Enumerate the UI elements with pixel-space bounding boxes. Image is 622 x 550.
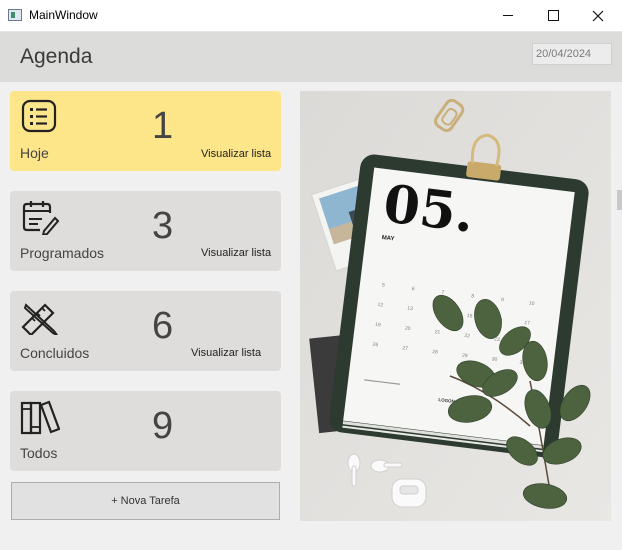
calendar-photo: 05. MAY 5678910 121314151617 19202122232…: [300, 91, 611, 521]
svg-text:20: 20: [404, 325, 410, 332]
svg-text:28: 28: [432, 349, 438, 356]
svg-text:19: 19: [375, 322, 381, 329]
card-count-all: 9: [152, 405, 174, 447]
svg-text:27: 27: [402, 345, 408, 352]
window-resize-edge: [617, 190, 622, 210]
svg-text:26: 26: [372, 342, 378, 349]
view-list-link-scheduled[interactable]: Visualizar lista: [201, 247, 271, 259]
new-task-button[interactable]: + Nova Tarefa: [11, 482, 280, 520]
minimize-icon: [503, 15, 513, 16]
date-field[interactable]: 20/04/2024: [532, 43, 612, 65]
minimize-button[interactable]: [485, 0, 531, 31]
close-icon: [592, 10, 604, 21]
svg-text:13: 13: [407, 306, 413, 313]
svg-text:12: 12: [377, 302, 383, 309]
card-label-scheduled: Programados: [20, 245, 105, 261]
title-bar: MainWindow: [0, 0, 622, 32]
card-scheduled: Programados 3 Visualizar lista: [10, 191, 281, 271]
app-window-icon: [8, 9, 22, 21]
window-title: MainWindow: [29, 8, 98, 22]
books-icon: [20, 400, 60, 435]
calendar-pen-icon: [22, 201, 60, 235]
close-button[interactable]: [575, 0, 621, 31]
svg-text:30: 30: [491, 356, 497, 363]
svg-text:15: 15: [466, 313, 472, 320]
page-title: Agenda: [20, 45, 93, 68]
calendar-day-text: 05.: [380, 173, 477, 245]
card-label-today: Hoje: [20, 145, 49, 161]
svg-text:22: 22: [464, 333, 470, 340]
svg-text:21: 21: [434, 329, 440, 336]
card-all: Todos 9: [10, 391, 281, 471]
maximize-button[interactable]: [530, 0, 576, 31]
list-icon: [21, 99, 57, 133]
card-label-all: Todos: [20, 445, 58, 461]
svg-text:10: 10: [528, 300, 534, 307]
view-list-link-completed[interactable]: Visualizar lista: [191, 347, 261, 359]
calendar-clipboard-illustration: 05. MAY 5678910 121314151617 19202122232…: [300, 91, 611, 521]
svg-text:29: 29: [462, 353, 468, 360]
header-bar: Agenda: [0, 32, 622, 82]
card-count-completed: 6: [152, 305, 174, 347]
ruler-pencil-icon: [21, 303, 58, 335]
card-count-today: 1: [152, 105, 174, 147]
card-completed: Concluidos 6 Visualizar lista: [10, 291, 281, 371]
card-count-scheduled: 3: [152, 205, 174, 247]
svg-text:17: 17: [524, 320, 530, 327]
card-today: Hoje 1 Visualizar lista: [10, 91, 281, 171]
maximize-icon: [547, 10, 559, 21]
view-list-link-today[interactable]: Visualizar lista: [201, 148, 271, 160]
card-label-completed: Concluidos: [20, 345, 90, 361]
